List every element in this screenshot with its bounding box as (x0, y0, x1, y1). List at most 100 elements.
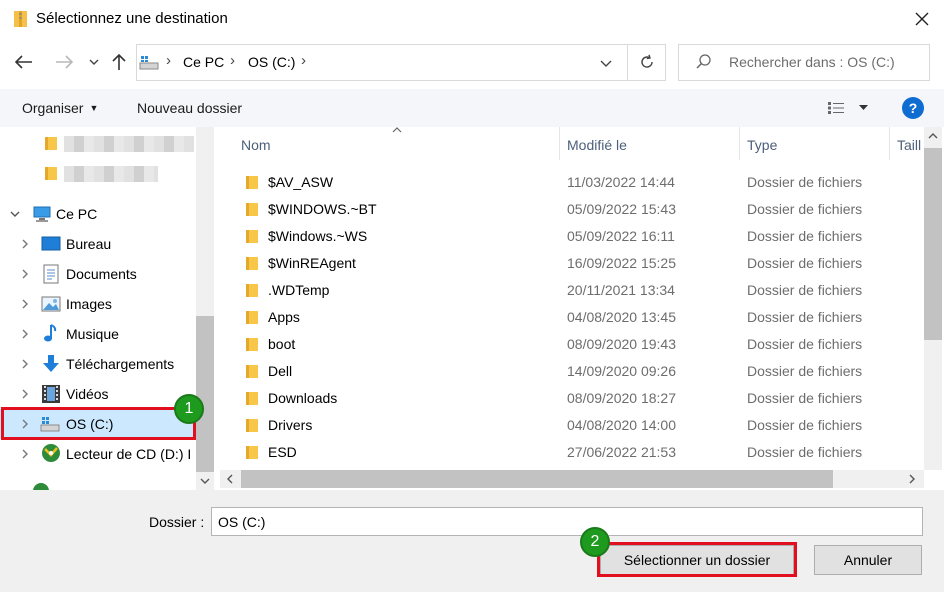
nav-item-music[interactable]: Musique (66, 326, 119, 342)
file-type: Dossier de fichiers (747, 174, 863, 190)
breadcrumb-separator[interactable]: › (166, 52, 171, 69)
redacted-quick-access-item[interactable] (64, 166, 158, 182)
chevron-down-icon[interactable] (196, 472, 214, 490)
file-name: Drivers (268, 417, 313, 433)
list-vertical-scrollbar-thumb[interactable] (924, 148, 942, 340)
downloads-icon (43, 355, 59, 372)
file-modified: 27/06/2022 21:53 (567, 444, 676, 460)
column-header-name[interactable]: Nom (241, 137, 271, 153)
column-header-modified[interactable]: Modifié le (567, 137, 627, 153)
cd-drive-icon (42, 444, 60, 462)
chevron-right-icon[interactable] (19, 238, 31, 250)
chevron-right-icon[interactable] (19, 388, 31, 400)
nav-item-videos[interactable]: Vidéos (66, 386, 109, 402)
help-button[interactable]: ? (902, 97, 924, 119)
forward-button[interactable] (50, 47, 78, 77)
nav-scrollbar-thumb[interactable] (196, 316, 214, 472)
scroll-left-button[interactable] (220, 470, 240, 488)
folder-zip-icon (14, 11, 27, 27)
chevron-right-icon[interactable] (19, 268, 31, 280)
file-type: Dossier de fichiers (747, 255, 863, 271)
file-type: Dossier de fichiers (747, 201, 863, 217)
breadcrumb-this-pc[interactable]: Ce PC (183, 54, 224, 70)
file-name: Downloads (268, 390, 338, 406)
address-history-dropdown[interactable] (596, 52, 616, 74)
file-name: $AV_ASW (268, 174, 334, 190)
organize-label: Organiser (22, 100, 84, 116)
column-divider[interactable] (739, 127, 740, 160)
nav-item-downloads[interactable]: Téléchargements (66, 356, 174, 372)
music-icon (44, 324, 57, 342)
dialog-footer (0, 490, 944, 592)
arrow-up-icon (112, 53, 126, 70)
column-divider[interactable] (559, 127, 560, 160)
list-horizontal-scrollbar-thumb[interactable] (241, 470, 833, 488)
cancel-button[interactable]: Annuler (814, 545, 922, 575)
desktop-icon (41, 236, 61, 251)
nav-item-cd-drive[interactable]: Lecteur de CD (D:) I (66, 446, 191, 462)
highlight-box-select-button (597, 542, 797, 577)
file-modified: 05/09/2022 15:43 (567, 201, 676, 217)
videos-icon (42, 385, 60, 403)
folder-icon (246, 284, 258, 297)
details-view-icon (827, 102, 844, 114)
breadcrumb-drive-c[interactable]: OS (C:) (248, 54, 295, 70)
close-icon (915, 12, 929, 26)
chevron-down-icon[interactable] (9, 208, 21, 220)
new-folder-button[interactable]: Nouveau dossier (127, 95, 252, 121)
folder-label: Dossier : (149, 514, 205, 530)
back-button[interactable] (10, 47, 38, 77)
nav-item-pictures[interactable]: Images (66, 296, 112, 312)
up-button[interactable] (106, 47, 132, 77)
chevron-right-icon[interactable] (19, 448, 31, 460)
chevron-down-icon (600, 60, 612, 67)
chevron-right-icon (909, 474, 915, 484)
chevron-right-icon[interactable] (19, 358, 31, 370)
folder-icon (246, 311, 258, 324)
breadcrumb-separator[interactable]: › (230, 52, 235, 69)
search-placeholder[interactable]: Rechercher dans : OS (C:) (729, 54, 895, 70)
folder-icon (246, 203, 258, 216)
search-icon (696, 54, 711, 69)
documents-icon (43, 264, 59, 284)
sort-ascending-icon (392, 125, 402, 135)
file-type: Dossier de fichiers (747, 417, 863, 433)
chevron-right-icon[interactable] (19, 298, 31, 310)
column-header-type[interactable]: Type (747, 137, 777, 153)
nav-item-desktop[interactable]: Bureau (66, 236, 111, 252)
window-title: Sélectionnez une destination (36, 10, 228, 27)
close-button[interactable] (900, 0, 944, 38)
file-type: Dossier de fichiers (747, 282, 863, 298)
arrow-left-icon (15, 55, 32, 69)
nav-this-pc[interactable]: Ce PC (56, 206, 97, 222)
chevron-right-icon[interactable] (19, 328, 31, 340)
address-divider (627, 45, 628, 80)
column-divider[interactable] (889, 127, 890, 160)
folder-icon (246, 419, 258, 432)
view-options-button[interactable] (822, 95, 872, 121)
file-name: ESD (268, 444, 297, 460)
nav-item-documents[interactable]: Documents (66, 266, 137, 282)
redacted-quick-access-item[interactable] (64, 136, 194, 152)
step-badge-2: 2 (580, 527, 610, 557)
folder-input[interactable] (211, 507, 923, 536)
column-header-size[interactable]: Taill (897, 137, 923, 153)
refresh-button[interactable] (632, 47, 662, 77)
organize-button[interactable]: Organiser ▼ (12, 95, 108, 121)
file-modified: 04/08/2020 13:45 (567, 309, 676, 325)
recent-locations-button[interactable] (86, 47, 102, 77)
breadcrumb-separator[interactable]: › (301, 52, 306, 69)
chevron-up-icon[interactable] (924, 127, 942, 145)
folder-icon (246, 338, 258, 351)
folder-icon (246, 230, 258, 243)
file-modified: 08/09/2020 18:27 (567, 390, 676, 406)
step-badge-1: 1 (174, 394, 204, 424)
folder-icon (246, 392, 258, 405)
file-name: Dell (268, 363, 293, 379)
scroll-right-button[interactable] (902, 470, 922, 488)
arrow-right-icon (56, 55, 73, 69)
folder-icon (246, 446, 258, 459)
file-type: Dossier de fichiers (747, 444, 863, 460)
file-modified: 20/11/2021 13:34 (567, 282, 675, 298)
chevron-down-icon (89, 59, 99, 65)
